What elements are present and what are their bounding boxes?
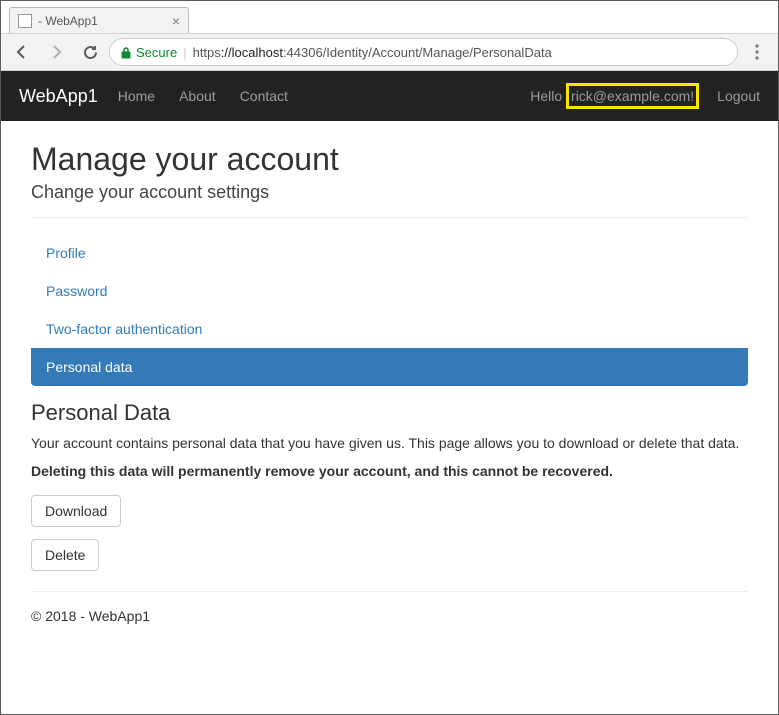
browser-window: Guest - WebApp1 × [0,0,779,715]
page-subtitle: Change your account settings [31,182,748,203]
lock-icon [120,46,132,59]
close-tab-icon[interactable]: × [172,13,180,29]
page-title: Manage your account [31,141,748,178]
manage-tabs: Profile Password Two-factor authenticati… [31,234,748,386]
action-buttons: Download Delete [31,489,748,577]
back-button[interactable] [7,38,37,66]
browser-toolbar: Secure | https://localhost:44306/Identit… [1,33,778,71]
brand[interactable]: WebApp1 [19,86,98,107]
intro-text: Your account contains personal data that… [31,434,748,454]
section-heading: Personal Data [31,400,748,426]
main-container: Manage your account Change your account … [1,121,778,644]
delete-button[interactable]: Delete [31,539,99,571]
nav-links: Home About Contact [118,88,288,104]
favicon-icon [18,14,32,28]
divider [31,591,748,592]
user-email-highlight: rick@example.com! [566,83,699,109]
hello-user[interactable]: Hello rick@example.com! [530,88,699,104]
nav-link-about[interactable]: About [179,88,216,104]
app-navbar: WebApp1 Home About Contact Hello rick@ex… [1,71,778,121]
download-button[interactable]: Download [31,495,121,527]
nav-right: Hello rick@example.com! Logout [530,88,760,104]
nav-link-home[interactable]: Home [118,88,155,104]
tab-profile[interactable]: Profile [31,234,748,272]
reload-button[interactable] [75,38,105,66]
footer-text: © 2018 - WebApp1 [31,608,748,624]
tab-personal-data[interactable]: Personal data [31,348,748,386]
warning-text: Deleting this data will permanently remo… [31,462,748,482]
tab-two-factor[interactable]: Two-factor authentication [31,310,748,348]
divider [31,217,748,218]
forward-button[interactable] [41,38,71,66]
browser-menu-button[interactable] [742,38,772,66]
logout-link[interactable]: Logout [717,88,760,104]
hello-prefix: Hello [530,88,566,104]
nav-link-contact[interactable]: Contact [240,88,288,104]
secure-indicator: Secure [120,45,177,60]
address-bar[interactable]: Secure | https://localhost:44306/Identit… [109,38,738,66]
secure-label: Secure [136,45,177,60]
address-separator: | [183,45,186,60]
tab-title: - WebApp1 [38,14,98,28]
address-url: https://localhost:44306/Identity/Account… [193,45,552,60]
page-viewport: WebApp1 Home About Contact Hello rick@ex… [1,71,778,714]
browser-tab[interactable]: - WebApp1 × [9,7,189,33]
browser-tab-strip: - WebApp1 × [1,1,778,33]
tab-password[interactable]: Password [31,272,748,310]
